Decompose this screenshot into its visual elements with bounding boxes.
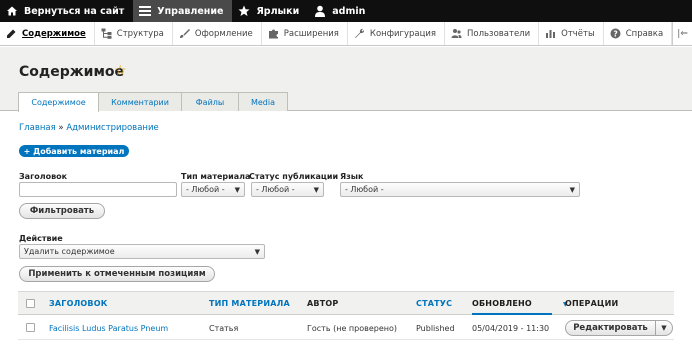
tray-item-appearance[interactable]: Оформление	[173, 22, 262, 45]
wrench-icon	[354, 28, 365, 39]
tab-comments[interactable]: Комментарии	[98, 92, 182, 111]
tray-item-label: Пользователи	[467, 28, 531, 39]
bulk-action-label: Действие	[19, 234, 63, 243]
tray-item-structure[interactable]: Структура	[95, 22, 173, 45]
tab-content[interactable]: Содержимое	[18, 92, 99, 112]
breadcrumb-admin[interactable]: Администрирование	[66, 123, 158, 133]
admin-toolbar: Вернуться на сайт Управление Ярлыки admi…	[0, 0, 692, 22]
page-title: Содержимое	[19, 64, 125, 80]
back-to-site-link[interactable]: Вернуться на сайт	[0, 0, 133, 22]
title-filter-input[interactable]	[19, 182, 177, 197]
menu-icon	[139, 5, 152, 17]
shortcuts-tab[interactable]: Ярлыки	[232, 0, 308, 22]
user-label: admin	[332, 5, 366, 17]
row-checkbox[interactable]	[26, 323, 35, 332]
row-author: Гость (не проверено)	[307, 324, 397, 333]
filter-button[interactable]: Фильтровать	[19, 203, 105, 219]
column-header-type[interactable]: ТИП МАТЕРИАЛА	[209, 299, 290, 308]
column-header-author: АВТОР	[307, 299, 339, 308]
row-operations-dropbutton: Редактировать ▼	[565, 320, 673, 336]
edit-button[interactable]: Редактировать	[566, 321, 656, 335]
type-filter-label: Тип материала	[181, 172, 251, 181]
title-filter-label: Заголовок	[19, 172, 68, 181]
tray-item-label: Структура	[116, 28, 164, 39]
select-all-checkbox[interactable]	[26, 299, 35, 308]
page-header: Содержимое ☆ Содержимое Комментарии Файл…	[0, 47, 692, 112]
tab-files[interactable]: Файлы	[181, 92, 239, 111]
tab-media[interactable]: Media	[238, 92, 288, 111]
breadcrumb: Главная » Администрирование	[19, 123, 159, 133]
status-filter-label: Статус публикации	[249, 172, 339, 181]
structure-icon	[101, 28, 112, 39]
table-header: ЗАГОЛОВОК ТИП МАТЕРИАЛА АВТОР СТАТУС ОБН…	[18, 291, 674, 315]
column-header-title[interactable]: ЗАГОЛОВОК	[49, 299, 107, 308]
breadcrumb-home[interactable]: Главная	[19, 123, 56, 133]
back-to-site-label: Вернуться на сайт	[24, 5, 125, 17]
tray-item-config[interactable]: Конфигурация	[348, 22, 446, 45]
table-row: Facilisis Ludus Paratus Pneum Статья Гос…	[18, 316, 674, 340]
status-filter-value: - Любой -	[256, 185, 295, 194]
add-content-button[interactable]: + Добавить материал	[19, 145, 129, 157]
row-updated: 05/04/2019 - 11:30	[472, 324, 550, 333]
column-header-updated[interactable]: ОБНОВЛЕНО	[472, 299, 552, 315]
admin-tray: Содержимое Структура Оформление Расширен…	[0, 22, 692, 46]
chevron-down-icon: ▼	[313, 186, 319, 194]
tray-item-label: Расширения	[283, 28, 339, 39]
bulk-action-value: Удалить содержимое	[24, 247, 115, 256]
row-type: Статья	[209, 324, 239, 333]
tray-item-label: Оформление	[194, 28, 253, 39]
tray-orientation-toggle[interactable]: |⇐	[672, 22, 692, 45]
tray-item-content[interactable]: Содержимое	[0, 22, 95, 45]
chevron-down-icon[interactable]: ▼	[656, 321, 672, 335]
chevron-down-icon: ▼	[254, 248, 260, 256]
tray-item-reports[interactable]: Отчёты	[539, 22, 604, 45]
tray-item-label: Конфигурация	[369, 28, 437, 39]
brush-icon	[179, 28, 190, 39]
chevron-down-icon: ▼	[234, 186, 240, 194]
apply-bulk-button[interactable]: Применить к отмеченным позициям	[19, 266, 215, 282]
primary-tabs: Содержимое Комментарии Файлы Media	[18, 92, 288, 112]
user-tab[interactable]: admin	[308, 0, 374, 22]
chevron-down-icon: ▼	[569, 186, 575, 194]
content-icon	[6, 28, 17, 39]
bar-chart-icon	[545, 28, 556, 39]
tray-item-people[interactable]: Пользователи	[445, 22, 540, 45]
tray-item-label: Отчёты	[561, 28, 595, 39]
bulk-action-select[interactable]: Удалить содержимое ▼	[19, 244, 265, 259]
type-filter-value: - Любой -	[186, 185, 225, 194]
home-icon	[6, 5, 18, 17]
language-filter-value: - Любой -	[345, 185, 384, 194]
star-icon	[238, 5, 250, 17]
language-filter-select[interactable]: - Любой - ▼	[340, 182, 580, 197]
tray-item-label: Справка	[625, 28, 664, 39]
row-title-link[interactable]: Facilisis Ludus Paratus Pneum	[49, 324, 168, 333]
tray-item-extend[interactable]: Расширения	[262, 22, 348, 45]
breadcrumb-separator: »	[58, 123, 64, 133]
shortcut-star-icon[interactable]: ☆	[114, 63, 127, 79]
shortcuts-label: Ярлыки	[256, 5, 300, 17]
column-header-status[interactable]: СТАТУС	[416, 299, 452, 308]
language-filter-label: Язык	[340, 172, 364, 181]
status-filter-select[interactable]: - Любой - ▼	[251, 182, 324, 197]
row-status: Published	[416, 324, 455, 333]
user-icon	[314, 5, 326, 17]
puzzle-icon	[268, 28, 279, 39]
manage-label: Управление	[157, 5, 224, 17]
manage-tab[interactable]: Управление	[133, 0, 233, 22]
tray-item-label: Содержимое	[22, 28, 86, 39]
svg-text:?: ?	[613, 29, 617, 38]
help-icon: ?	[610, 28, 621, 39]
tray-item-help[interactable]: ? Справка	[604, 22, 673, 45]
type-filter-select[interactable]: - Любой - ▼	[181, 182, 245, 197]
column-header-operations: ОПЕРАЦИИ	[565, 299, 619, 308]
people-icon	[451, 28, 462, 39]
